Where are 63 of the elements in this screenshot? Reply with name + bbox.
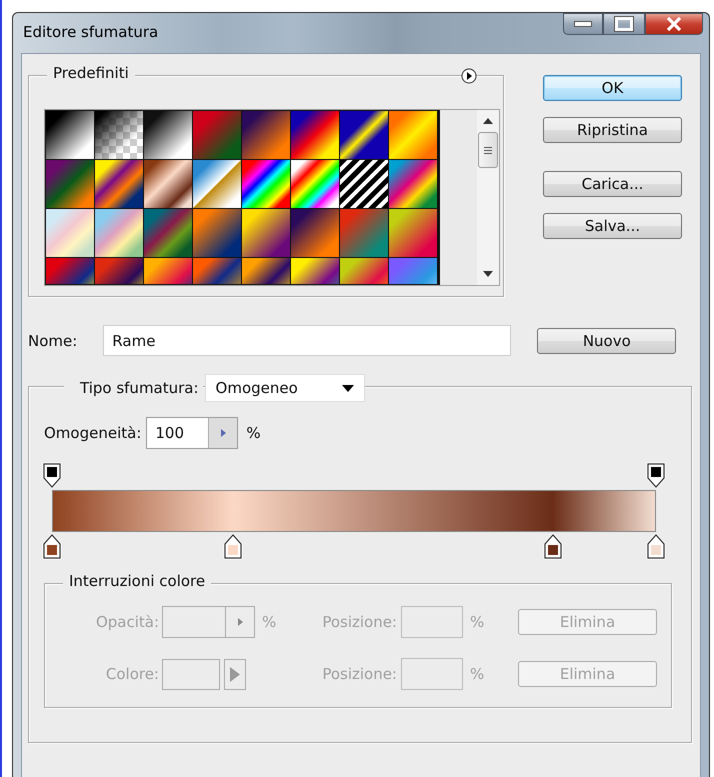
gradient-swatch[interactable]	[291, 209, 339, 257]
new-button[interactable]: Nuovo	[537, 328, 676, 354]
maximize-button[interactable]	[603, 13, 645, 35]
gradient-type-label: Tipo sfumatura:	[64, 379, 203, 397]
gradient-swatch[interactable]	[389, 209, 437, 257]
percent-unit: %	[470, 665, 486, 683]
window-title: Editore sfumatura	[22, 22, 158, 41]
scroll-down-icon[interactable]	[483, 271, 493, 277]
gradient-swatch[interactable]	[242, 209, 290, 257]
gradient-swatch[interactable]	[340, 160, 388, 208]
gradient-swatch[interactable]	[95, 111, 143, 159]
gradient-swatch[interactable]	[291, 160, 339, 208]
stop-label: Colore:	[104, 665, 159, 683]
position-label: Posizione:	[321, 613, 397, 631]
color-stop-marker[interactable]	[43, 534, 61, 559]
gradient-swatch[interactable]	[46, 111, 94, 159]
gradient-swatch[interactable]	[340, 209, 388, 257]
percent-unit: %	[246, 424, 261, 442]
gradient-swatch[interactable]	[46, 209, 94, 257]
color-stop-marker[interactable]	[647, 534, 665, 559]
play-icon[interactable]	[461, 68, 477, 84]
gradient-swatch[interactable]	[95, 160, 143, 208]
scroll-up-icon[interactable]	[483, 118, 493, 124]
dropdown-caret-icon	[342, 384, 354, 392]
gradient-swatch[interactable]	[95, 209, 143, 257]
dialog-button[interactable]: Ripristina	[543, 117, 682, 143]
color-stop-marker[interactable]	[224, 534, 242, 559]
smoothness-field[interactable]: 100	[146, 417, 238, 449]
gradient-bar[interactable]	[52, 490, 656, 532]
percent-unit: %	[470, 613, 486, 631]
opacity-stop-marker[interactable]	[43, 463, 61, 488]
arrow-right-icon[interactable]	[220, 429, 226, 437]
gradient-swatch[interactable]	[193, 111, 241, 159]
gradient-swatch[interactable]	[242, 111, 290, 159]
arrow-right-icon[interactable]	[238, 618, 242, 626]
gradient-swatch[interactable]	[144, 160, 192, 208]
gradient-swatch[interactable]	[389, 111, 437, 159]
scroll-thumb[interactable]	[478, 132, 498, 168]
scrollbar[interactable]	[477, 110, 499, 285]
gradient-swatch[interactable]	[46, 160, 94, 208]
smoothness-label: Omogeneità:	[44, 424, 142, 442]
dialog-button[interactable]: Carica...	[543, 171, 682, 197]
gradient-swatch[interactable]	[389, 160, 437, 208]
color-stop-marker[interactable]	[544, 534, 562, 559]
gradient-swatch[interactable]	[193, 160, 241, 208]
minimize-button[interactable]	[563, 13, 603, 35]
stop-label: Opacità:	[94, 613, 159, 631]
close-button[interactable]	[645, 13, 703, 35]
name-label: Nome:	[28, 332, 78, 350]
gradient-type-dropdown[interactable]: Omogeneo	[204, 374, 365, 402]
name-field[interactable]: Rame	[103, 325, 512, 356]
position-label: Posizione:	[321, 665, 397, 683]
gradient-swatch[interactable]	[144, 111, 192, 159]
gradient-swatch[interactable]	[144, 209, 192, 257]
gradient-swatch[interactable]	[193, 209, 241, 257]
percent-unit: %	[262, 613, 278, 631]
gradient-swatch[interactable]	[242, 160, 290, 208]
dialog-button[interactable]: Salva...	[543, 213, 682, 239]
close-icon[interactable]	[666, 17, 682, 31]
opacity-stop-marker[interactable]	[647, 463, 665, 488]
dialog-button[interactable]: OK	[543, 75, 682, 101]
gradient-swatch[interactable]	[291, 111, 339, 159]
gradient-swatch[interactable]	[340, 111, 388, 159]
